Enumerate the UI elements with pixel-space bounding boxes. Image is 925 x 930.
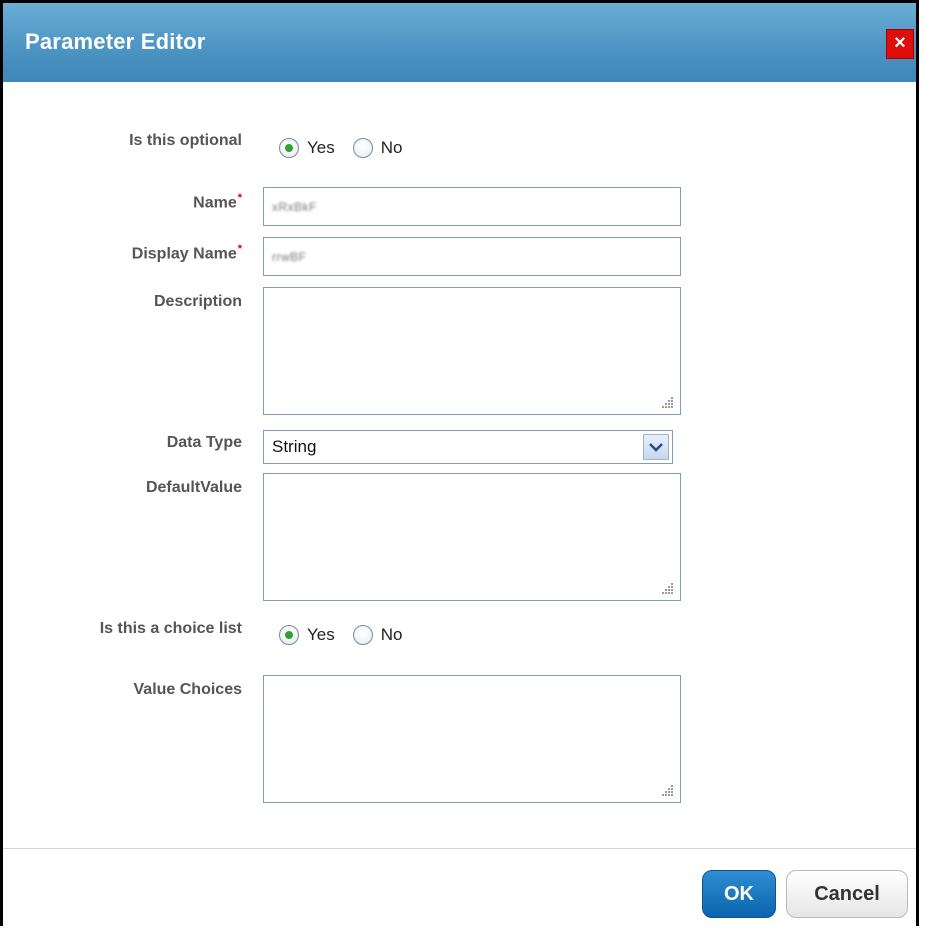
- name-input-value: xRxBkF: [272, 199, 317, 214]
- radio-selected-dot: [285, 631, 293, 639]
- dialog-title-bar: Parameter Editor ×: [3, 3, 916, 82]
- chevron-down-icon: [649, 443, 663, 452]
- choice-list-yes-label[interactable]: Yes: [307, 625, 335, 645]
- display-name-input[interactable]: rrwBF: [263, 237, 681, 276]
- data-type-value: String: [272, 437, 317, 456]
- optional-no-radio[interactable]: [352, 138, 373, 158]
- required-marker: *: [237, 243, 242, 255]
- name-label: Name*: [193, 192, 242, 212]
- description-textarea[interactable]: [263, 287, 681, 415]
- cancel-button[interactable]: Cancel: [786, 870, 908, 918]
- data-type-select[interactable]: String: [263, 430, 673, 464]
- choice-list-no-label[interactable]: No: [381, 625, 403, 645]
- name-label-text: Name: [193, 194, 237, 212]
- choice-list-radio-group: Yes No: [279, 625, 420, 645]
- default-value-textarea[interactable]: [263, 473, 681, 601]
- close-button[interactable]: ×: [886, 29, 914, 59]
- ok-button[interactable]: OK: [702, 870, 776, 918]
- optional-yes-radio[interactable]: [279, 138, 299, 158]
- display-name-label-text: Display Name: [131, 245, 237, 263]
- description-label: Description: [153, 293, 242, 310]
- optional-yes-label[interactable]: Yes: [307, 138, 335, 158]
- optional-label: Is this optional: [129, 132, 242, 149]
- radio-selected-dot: [285, 144, 293, 152]
- resize-grip-icon[interactable]: [662, 582, 674, 594]
- footer-divider: [3, 848, 916, 849]
- choice-list-label: Is this a choice list: [99, 620, 242, 637]
- value-choices-textarea[interactable]: [263, 675, 681, 803]
- parameter-editor-dialog: Parameter Editor × Is this optional Yes …: [0, 0, 919, 926]
- required-marker: *: [237, 192, 242, 204]
- display-name-input-value: rrwBF: [272, 249, 307, 264]
- choice-list-yes-radio[interactable]: [279, 625, 299, 645]
- resize-grip-icon[interactable]: [662, 396, 674, 408]
- display-name-label: Display Name*: [132, 243, 242, 263]
- data-type-label: Data Type: [166, 434, 242, 451]
- optional-no-label[interactable]: No: [381, 138, 403, 158]
- name-input[interactable]: xRxBkF: [263, 187, 681, 226]
- resize-grip-icon[interactable]: [662, 784, 674, 796]
- dialog-title: Parameter Editor: [25, 29, 206, 54]
- choice-list-no-radio[interactable]: [352, 625, 373, 645]
- value-choices-label: Value Choices: [133, 681, 243, 698]
- close-icon: ×: [894, 32, 906, 54]
- dropdown-arrow-button[interactable]: [643, 434, 669, 460]
- optional-radio-group: Yes No: [279, 138, 420, 158]
- default-value-label: DefaultValue: [145, 479, 242, 496]
